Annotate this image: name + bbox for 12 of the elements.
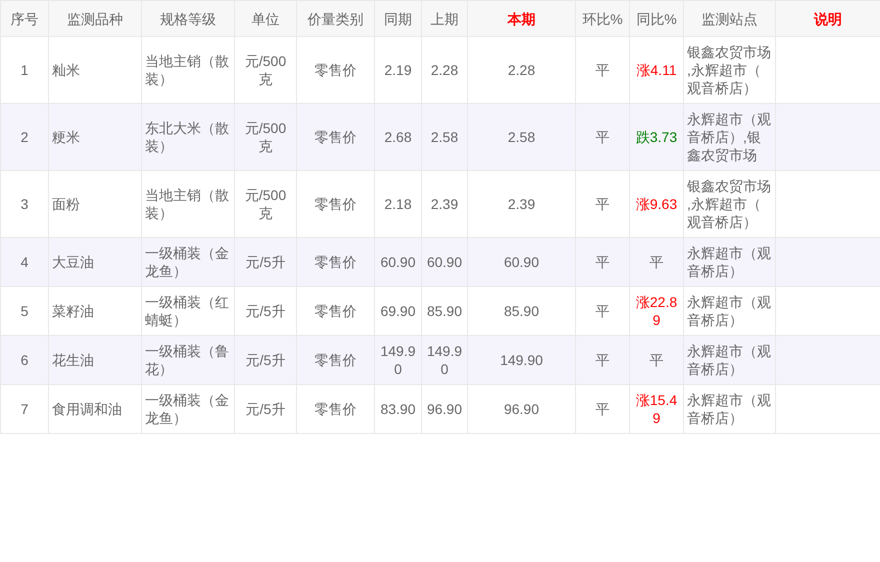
table-cell: 96.90: [468, 384, 576, 434]
table-cell: 96.90: [422, 384, 468, 434]
table-cell: 涨15.49: [630, 384, 684, 434]
table-cell: 零售价: [296, 384, 374, 434]
table-cell: 食用调和油: [48, 384, 142, 434]
column-header: 序号: [0, 0, 48, 36]
table-cell: 7: [0, 384, 48, 434]
table-cell: 元/5升: [234, 384, 296, 434]
table-cell: 永辉超市（观音桥店）: [684, 384, 776, 434]
table-cell: 平: [576, 384, 630, 434]
table-cell: 一级桶装（金龙鱼）: [142, 384, 234, 434]
table-cell: 83.90: [374, 384, 422, 434]
